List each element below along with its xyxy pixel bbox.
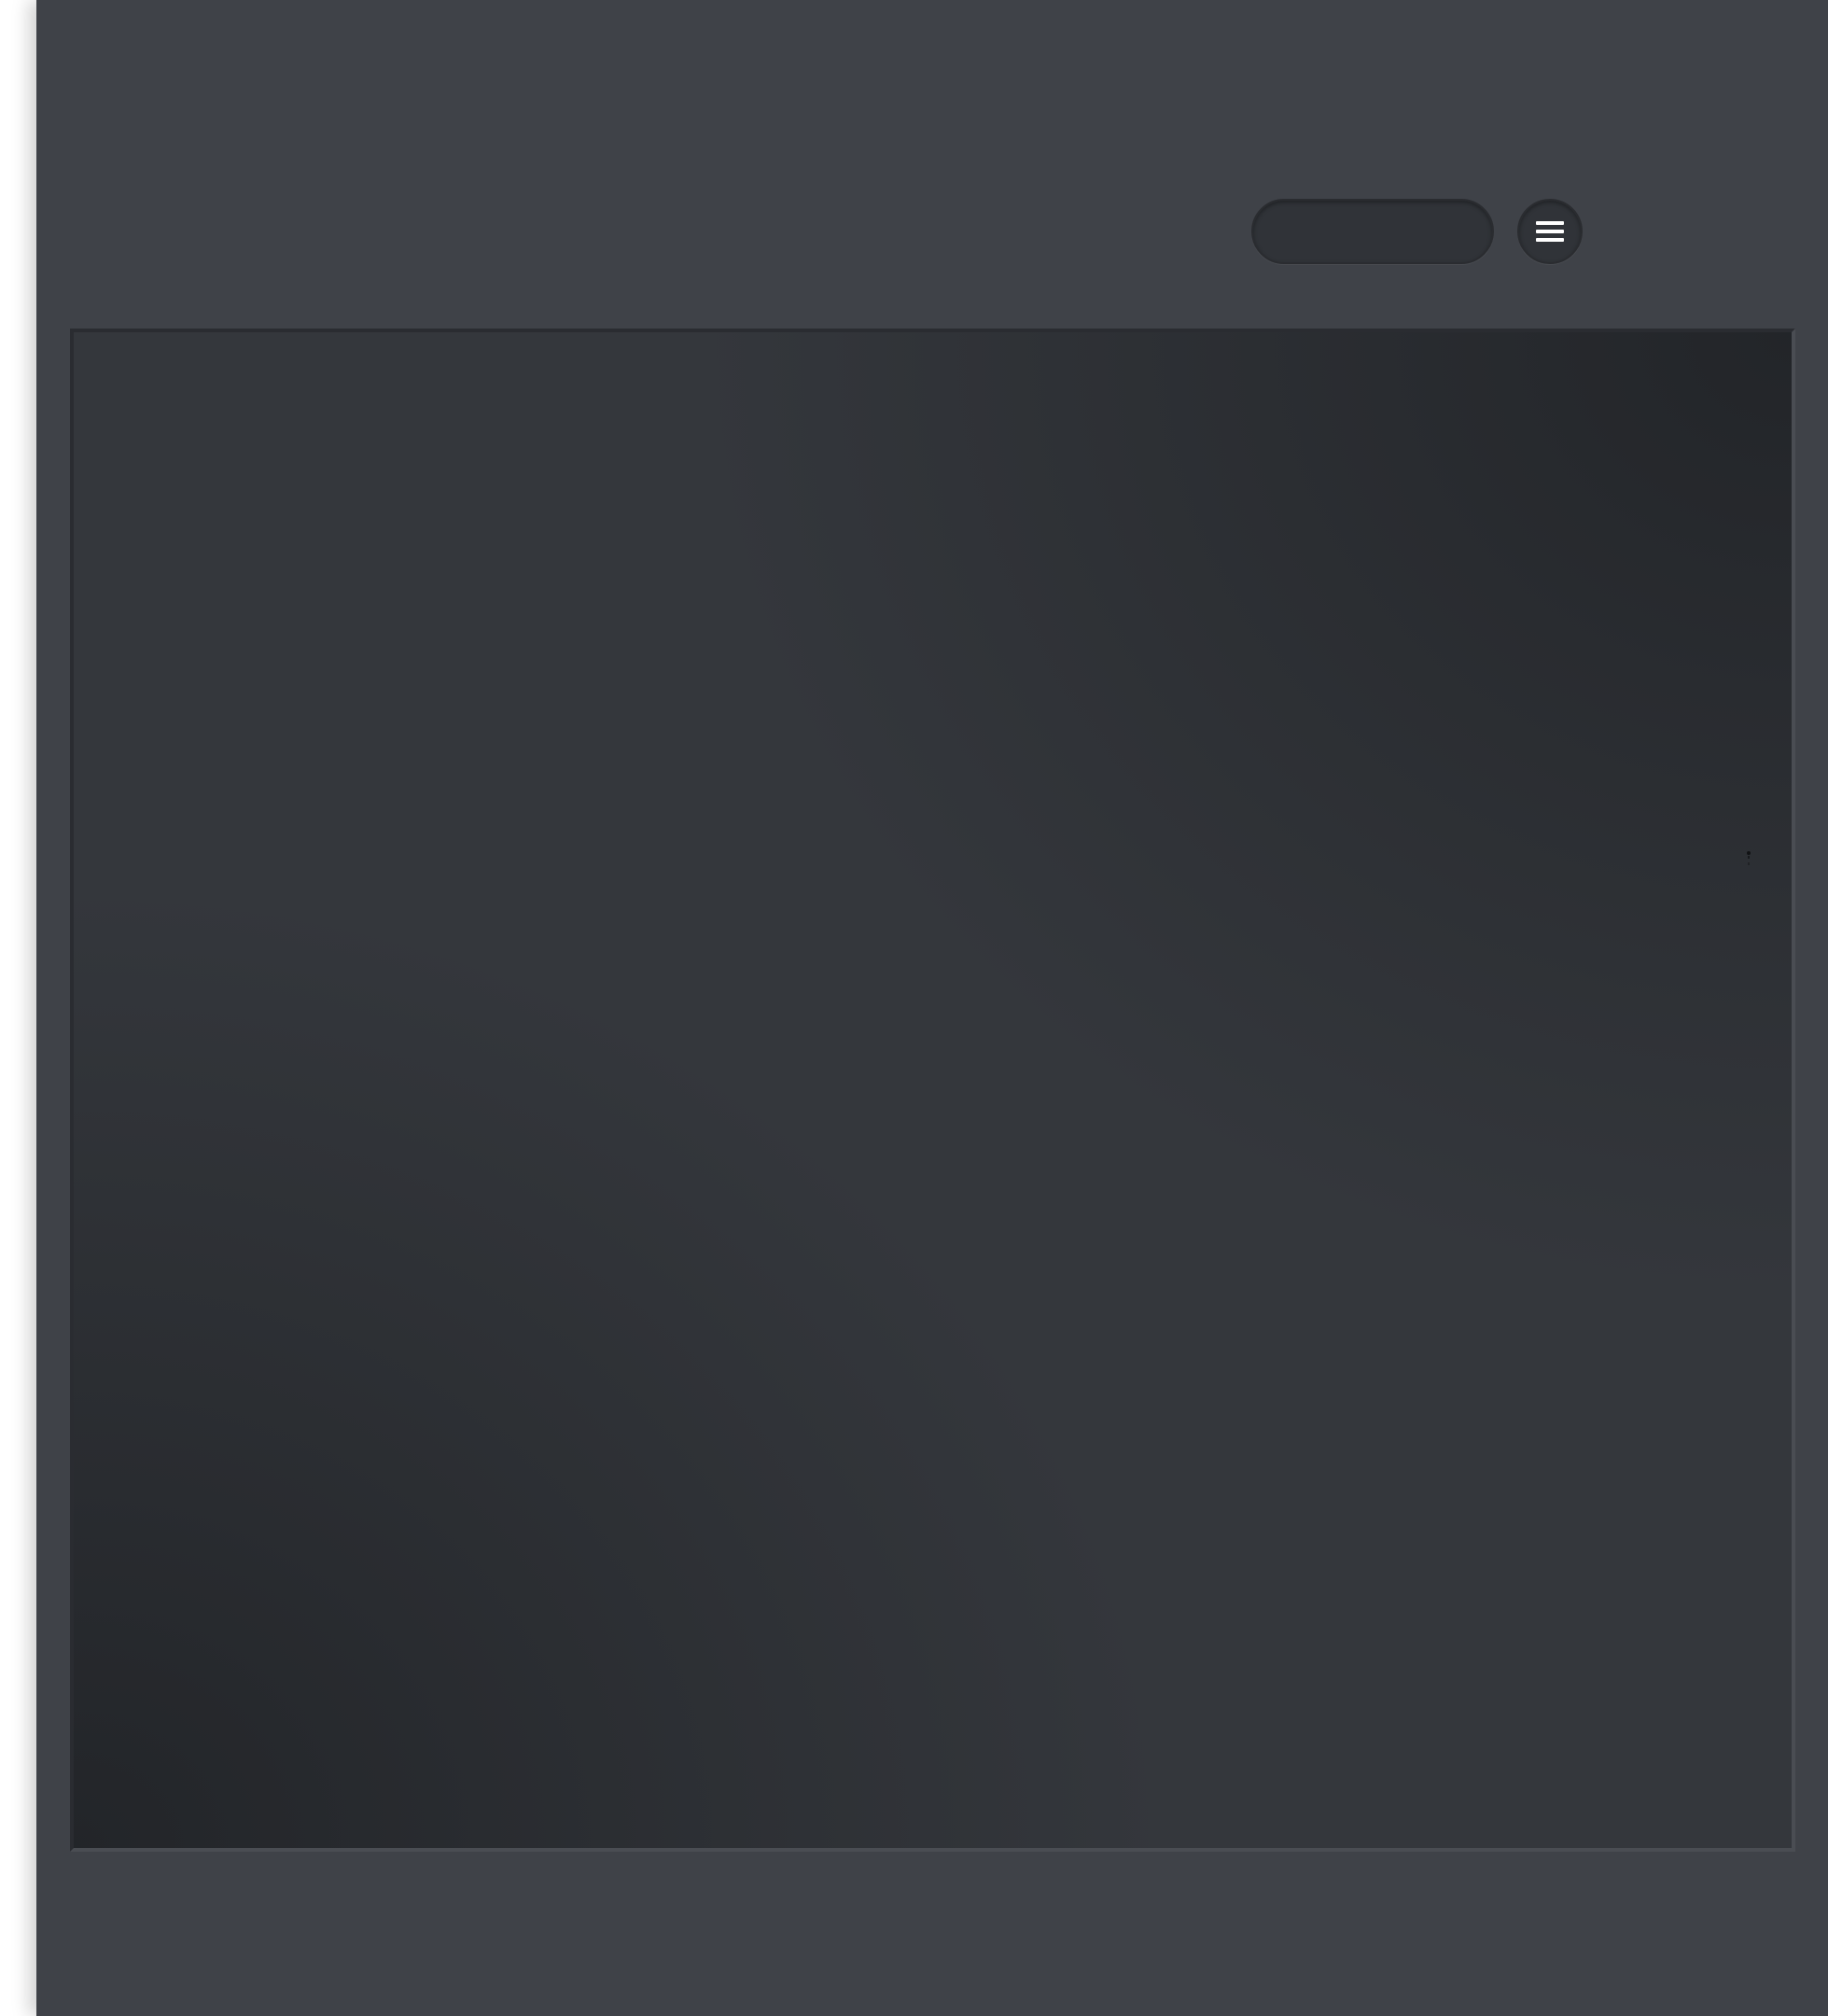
- cursor-icon: [1747, 851, 1751, 865]
- hamburger-menu-icon: [1536, 221, 1564, 242]
- search-pill[interactable]: [1251, 199, 1494, 264]
- app-page: [36, 0, 1828, 2016]
- main-canvas[interactable]: [70, 329, 1795, 1852]
- menu-button[interactable]: [1517, 199, 1583, 264]
- header-bar: [36, 0, 1828, 329]
